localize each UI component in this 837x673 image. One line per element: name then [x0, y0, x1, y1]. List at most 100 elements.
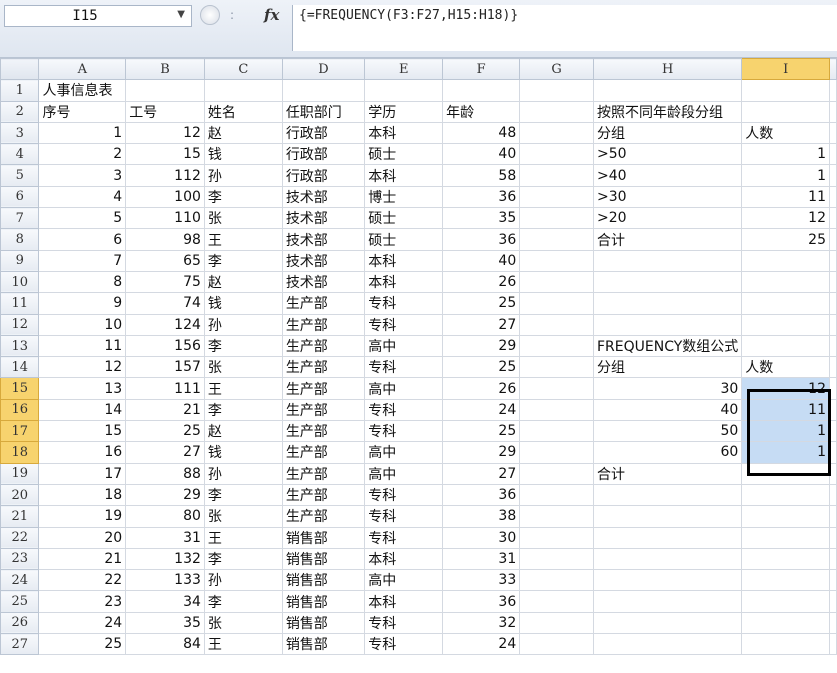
cell-b14[interactable]: 157: [125, 356, 205, 379]
cell-f22[interactable]: 30: [442, 526, 521, 549]
column-header-d[interactable]: D: [281, 57, 366, 81]
cell-d11[interactable]: 生产部: [281, 292, 366, 315]
cell-g18[interactable]: [519, 441, 594, 464]
cell-g8[interactable]: [519, 228, 594, 251]
cell-h16[interactable]: 40: [592, 398, 743, 422]
cell-h19[interactable]: 合计: [592, 462, 743, 485]
cell-c24[interactable]: 孙: [203, 569, 283, 592]
cell-c1[interactable]: [203, 79, 283, 102]
cell-d14[interactable]: 生产部: [281, 356, 366, 379]
cell-h10[interactable]: [592, 270, 743, 294]
cell-h21[interactable]: [592, 505, 743, 528]
cell-c10[interactable]: 赵: [203, 270, 283, 294]
cell-e22[interactable]: 专科: [364, 526, 444, 549]
cell-h2[interactable]: 按照不同年龄段分组: [592, 100, 743, 123]
cell-c12[interactable]: 孙: [203, 313, 283, 336]
cell-d17[interactable]: 生产部: [281, 420, 366, 443]
cell-d18[interactable]: 生产部: [281, 441, 366, 464]
cell-e1[interactable]: [364, 79, 444, 102]
cell-g1[interactable]: [519, 79, 594, 102]
cell-f13[interactable]: 29: [442, 334, 521, 358]
cell-e13[interactable]: 高中: [364, 334, 444, 358]
cell-i24[interactable]: [741, 569, 830, 592]
cell-b15[interactable]: 111: [125, 377, 205, 400]
cell-a17[interactable]: 15: [38, 420, 127, 443]
cell-h17[interactable]: 50: [592, 420, 743, 443]
cell-d25[interactable]: 销售部: [281, 590, 366, 613]
cell-f18[interactable]: 29: [442, 441, 521, 464]
cell-c27[interactable]: 王: [203, 633, 283, 656]
row-header-17[interactable]: 17: [0, 420, 40, 443]
cell-e11[interactable]: 专科: [364, 292, 444, 315]
cell-c23[interactable]: 李: [203, 547, 283, 571]
cell-c16[interactable]: 李: [203, 398, 283, 422]
cell-i8[interactable]: 25: [741, 228, 830, 251]
cell-h27[interactable]: [592, 633, 743, 656]
cell-a22[interactable]: 20: [38, 526, 127, 549]
cell-d10[interactable]: 技术部: [281, 270, 366, 294]
cell-d5[interactable]: 行政部: [281, 164, 366, 187]
row-header-1[interactable]: 1: [0, 79, 40, 102]
cell-a13[interactable]: 11: [38, 334, 127, 358]
cell-g20[interactable]: [519, 483, 594, 507]
row-header-19[interactable]: 19: [0, 462, 40, 485]
row-header-21[interactable]: 21: [0, 505, 40, 528]
cell-i3[interactable]: 人数: [741, 121, 830, 145]
cell-a14[interactable]: 12: [38, 356, 127, 379]
column-header-i[interactable]: I: [741, 57, 830, 81]
cell-b23[interactable]: 132: [125, 547, 205, 571]
cell-f7[interactable]: 35: [442, 207, 521, 230]
cell-b1[interactable]: [125, 79, 205, 102]
cell-c7[interactable]: 张: [203, 207, 283, 230]
cell-a27[interactable]: 25: [38, 633, 127, 656]
cell-h26[interactable]: [592, 611, 743, 635]
row-header-13[interactable]: 13: [0, 334, 40, 358]
row-header-3[interactable]: 3: [0, 121, 40, 145]
cell-i23[interactable]: [741, 547, 830, 571]
cell-g12[interactable]: [519, 313, 594, 336]
cell-a24[interactable]: 22: [38, 569, 127, 592]
cell-c8[interactable]: 王: [203, 228, 283, 251]
column-header-g[interactable]: G: [519, 57, 594, 81]
cell-h13[interactable]: FREQUENCY数组公式: [592, 334, 743, 358]
cell-d2[interactable]: 任职部门: [281, 100, 366, 123]
cell-c22[interactable]: 王: [203, 526, 283, 549]
cell-b7[interactable]: 110: [125, 207, 205, 230]
cell-b4[interactable]: 15: [125, 143, 205, 166]
cell-h8[interactable]: 合计: [592, 228, 743, 251]
cell-i13[interactable]: [741, 334, 830, 358]
cell-e3[interactable]: 本科: [364, 121, 444, 145]
cell-b6[interactable]: 100: [125, 185, 205, 209]
cell-i17[interactable]: 1: [741, 420, 830, 443]
cell-c4[interactable]: 钱: [203, 143, 283, 166]
cell-c11[interactable]: 钱: [203, 292, 283, 315]
cell-h4[interactable]: >50: [592, 143, 743, 166]
cell-a12[interactable]: 10: [38, 313, 127, 336]
cell-h22[interactable]: [592, 526, 743, 549]
cell-a19[interactable]: 17: [38, 462, 127, 485]
cell-e23[interactable]: 本科: [364, 547, 444, 571]
cell-a7[interactable]: 5: [38, 207, 127, 230]
cell-h24[interactable]: [592, 569, 743, 592]
cell-a15[interactable]: 13: [38, 377, 127, 400]
cell-f23[interactable]: 31: [442, 547, 521, 571]
cell-h18[interactable]: 60: [592, 441, 743, 464]
cell-b19[interactable]: 88: [125, 462, 205, 485]
row-header-24[interactable]: 24: [0, 569, 40, 592]
chevron-down-icon[interactable]: ▼: [177, 9, 185, 20]
cell-f11[interactable]: 25: [442, 292, 521, 315]
cell-g19[interactable]: [519, 462, 594, 485]
cell-a25[interactable]: 23: [38, 590, 127, 613]
cell-f3[interactable]: 48: [442, 121, 521, 145]
cell-c3[interactable]: 赵: [203, 121, 283, 145]
cell-a18[interactable]: 16: [38, 441, 127, 464]
cell-g11[interactable]: [519, 292, 594, 315]
cell-a6[interactable]: 4: [38, 185, 127, 209]
cell-g27[interactable]: [519, 633, 594, 656]
cell-d27[interactable]: 销售部: [281, 633, 366, 656]
cell-g2[interactable]: [519, 100, 594, 123]
cell-c14[interactable]: 张: [203, 356, 283, 379]
cell-e24[interactable]: 高中: [364, 569, 444, 592]
cell-g13[interactable]: [519, 334, 594, 358]
cell-h20[interactable]: [592, 483, 743, 507]
